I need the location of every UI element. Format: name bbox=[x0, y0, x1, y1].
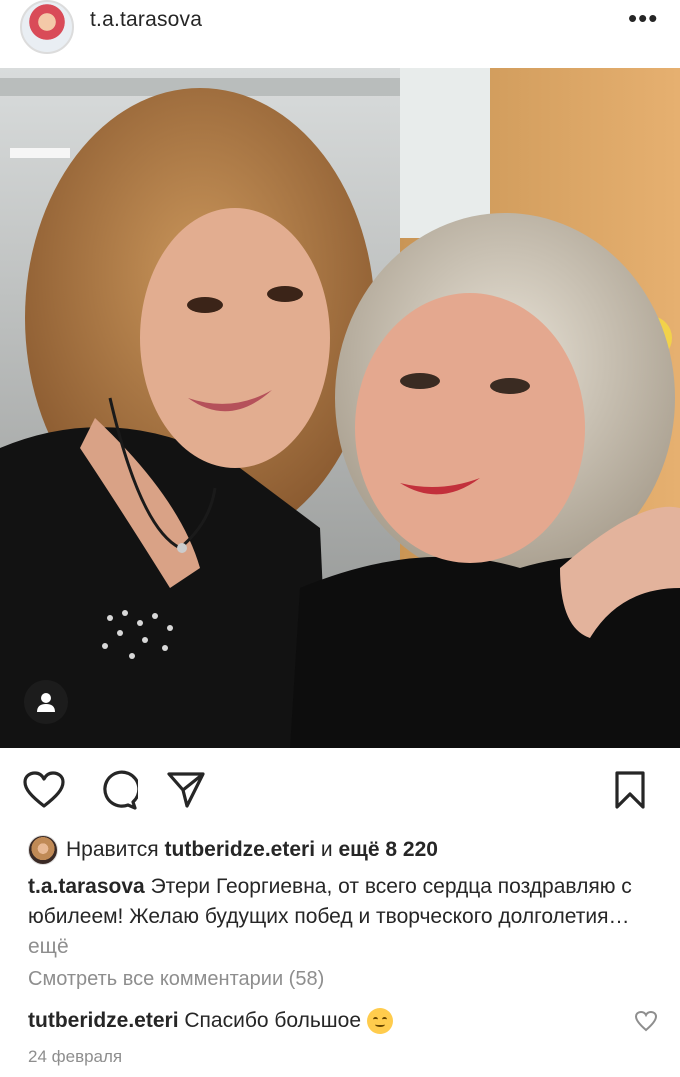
post-username[interactable]: t.a.tarasova bbox=[90, 8, 202, 32]
comment-icon[interactable] bbox=[96, 768, 140, 812]
bookmark-icon[interactable] bbox=[608, 768, 652, 812]
likes-summary[interactable]: Нравится tutberidze.eteri и ещё 8 220 bbox=[28, 833, 438, 867]
photo-illustration bbox=[0, 68, 680, 748]
post-date: 24 февраля bbox=[28, 1047, 123, 1066]
comment-author[interactable]: tutberidze.eteri bbox=[28, 1009, 179, 1033]
liker-username[interactable]: tutberidze.eteri bbox=[165, 838, 316, 862]
paper-plane-icon[interactable] bbox=[164, 768, 208, 812]
comment-text: Спасибо большое bbox=[184, 1009, 362, 1032]
likes-count[interactable]: ещё 8 220 bbox=[338, 838, 437, 862]
post-header: t.a.tarasova ••• bbox=[0, 0, 680, 66]
likes-connector: и bbox=[320, 838, 333, 861]
view-comments-link[interactable]: Смотреть все комментарии (58) bbox=[28, 968, 324, 991]
caption-more-link[interactable]: ещё bbox=[28, 935, 69, 958]
more-horizontal-icon[interactable]: ••• bbox=[628, 5, 658, 31]
post-actions bbox=[0, 768, 680, 816]
caption-author[interactable]: t.a.tarasova bbox=[28, 875, 145, 898]
comment-like-heart-icon[interactable] bbox=[634, 1010, 658, 1037]
post-photo[interactable] bbox=[0, 68, 680, 748]
heart-icon[interactable] bbox=[22, 768, 66, 812]
profile-avatar[interactable] bbox=[20, 0, 74, 54]
post-caption: t.a.tarasova Этери Георгиевна, от всего … bbox=[28, 872, 648, 962]
likes-prefix: Нравится bbox=[66, 838, 159, 861]
comment-row: tutberidze.eteri Спасибо большое bbox=[28, 1008, 394, 1034]
liker-avatar bbox=[28, 835, 58, 865]
user-tag-icon[interactable] bbox=[24, 680, 68, 724]
smiling-face-emoji-icon bbox=[367, 1008, 394, 1034]
